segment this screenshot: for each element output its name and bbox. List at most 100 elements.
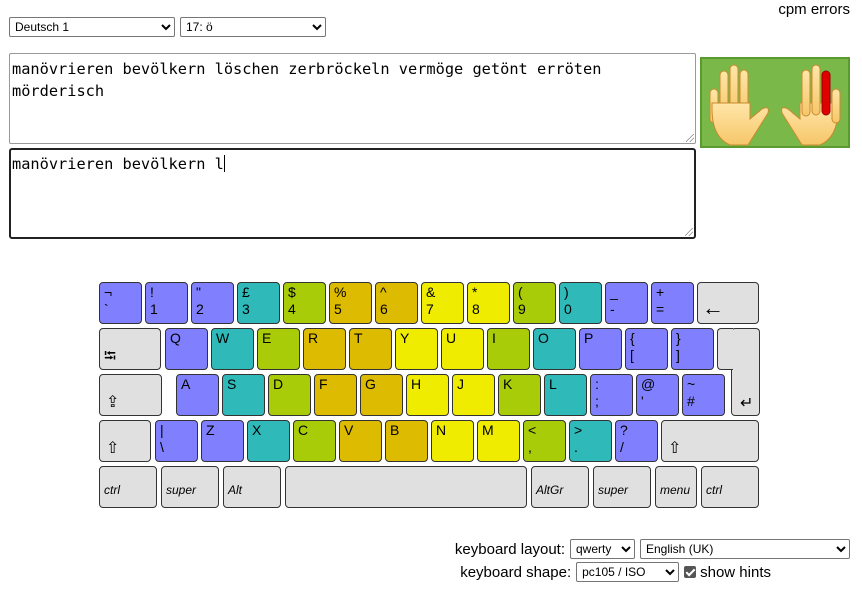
key-r[interactable]: R [303,328,346,370]
key-n[interactable]: N [431,420,474,462]
key-label: : [595,376,599,392]
key-b[interactable]: B [385,420,428,462]
key-label: V [344,422,354,438]
key-sym[interactable]: @ ' [636,374,679,416]
key-label: D [273,376,284,392]
show-hints-checkbox[interactable] [684,566,697,578]
key-label: > [574,422,583,438]
key-sublabel: ' [641,393,644,409]
key-label: ! [150,284,154,300]
key-sym[interactable]: % 5 [329,282,372,324]
key-sym[interactable]: _ - [605,282,648,324]
left-shift-icon: ⇧ [106,440,120,457]
key-left-shift[interactable]: ⇧ [99,420,151,462]
key-j[interactable]: J [452,374,495,416]
keyboard-layout-select[interactable]: qwerty [570,539,635,559]
keyboard-shape-select[interactable]: pc105 / ISO [576,562,680,582]
resize-grip-icon[interactable] [685,228,693,236]
key-menu[interactable]: menu [655,466,697,508]
key-sym[interactable]: (9 [513,282,556,324]
key-right-shift[interactable]: ⇧ [661,420,759,462]
key-label: " [196,284,201,300]
keyboard-shape-label: keyboard shape: [460,563,572,581]
key-label: + [656,284,665,300]
key-sublabel: - [610,301,615,317]
key-t[interactable]: T [349,328,392,370]
key-sym[interactable]: <, [523,420,566,462]
key-super[interactable]: super [593,466,651,508]
key-altgr[interactable]: AltGr [531,466,589,508]
key-s[interactable]: S [222,374,265,416]
key-sym[interactable]: $4 [283,282,326,324]
key-ctrl[interactable]: ctrl [701,466,759,508]
key-label: % [334,284,347,300]
key-alt[interactable]: Alt [223,466,281,508]
key-m[interactable]: M [477,420,520,462]
resize-grip-icon[interactable] [686,134,694,142]
key-h[interactable]: H [406,374,449,416]
key-sym[interactable]: ! 1 [145,282,188,324]
key-label: T [354,330,363,346]
key-v[interactable]: V [339,420,382,462]
key-label: P [584,330,594,346]
key-c[interactable]: C [293,420,336,462]
key-enter[interactable]: ↵ [731,374,760,416]
key-sym[interactable]: ¬ ` [99,282,142,324]
key-super[interactable]: super [161,466,219,508]
key-sym[interactable]: £3 [237,282,280,324]
level-select[interactable]: 17: ö [180,17,326,37]
key-p[interactable]: P [579,328,622,370]
key-label: I [492,330,496,346]
key-sublabel: 9 [518,301,526,317]
key-q[interactable]: Q [165,328,208,370]
key-caps-lock[interactable]: ⇪ [99,374,162,416]
key-o[interactable]: O [533,328,576,370]
key-sublabel: 1 [150,301,158,317]
key-d[interactable]: D [268,374,311,416]
key-label: B [390,422,400,438]
key-label: H [411,376,422,392]
key-sym[interactable]: | \ [155,420,198,462]
key-sym[interactable]: ) 0 [559,282,602,324]
key-u[interactable]: U [441,328,484,370]
key-e[interactable]: E [257,328,300,370]
key-label: Y [400,330,410,346]
key-sym[interactable]: ^ 6 [375,282,418,324]
key-space[interactable] [285,466,527,508]
key-sym[interactable]: & 7 [421,282,464,324]
key-k[interactable]: K [498,374,541,416]
key-sym[interactable]: {[ [625,328,668,370]
key-label: N [436,422,447,438]
key-ctrl[interactable]: ctrl [99,466,157,508]
key-x[interactable]: X [247,420,290,462]
key-y[interactable]: Y [395,328,438,370]
key-sym[interactable]: :; [590,374,633,416]
key-z[interactable]: Z [201,420,244,462]
text-caret [223,155,225,172]
key-label: AltGr [536,483,564,497]
key-sublabel: ] [676,347,680,363]
key-sym[interactable]: * 8 [467,282,510,324]
key-sublabel: # [687,393,695,409]
key-label: F [319,376,328,392]
key-sym[interactable]: }] [671,328,714,370]
key-w[interactable]: W [211,328,254,370]
key-i[interactable]: I [487,328,530,370]
keyboard-layout-row: keyboard layout: qwerty English (UK) [455,538,850,560]
key-backspace[interactable]: ← [697,282,759,324]
lesson-select[interactable]: Deutsch 1 [9,17,175,37]
key-tab[interactable]: ⭾ [99,328,161,370]
key-f[interactable]: F [314,374,357,416]
key-enter-left-notch [717,328,733,370]
key-sym[interactable]: + = [651,282,694,324]
key-sym[interactable]: ~ # [682,374,725,416]
keyboard-language-select[interactable]: English (UK) [640,539,850,559]
key-sym[interactable]: >. [569,420,612,462]
key-a[interactable]: A [176,374,219,416]
key-label: ) [564,284,569,300]
key-l[interactable]: L [544,374,587,416]
key-sym[interactable]: ? / [615,420,658,462]
key-g[interactable]: G [360,374,403,416]
key-sym[interactable]: " 2 [191,282,234,324]
typing-area[interactable]: manövrieren bevölkern l [9,148,696,239]
